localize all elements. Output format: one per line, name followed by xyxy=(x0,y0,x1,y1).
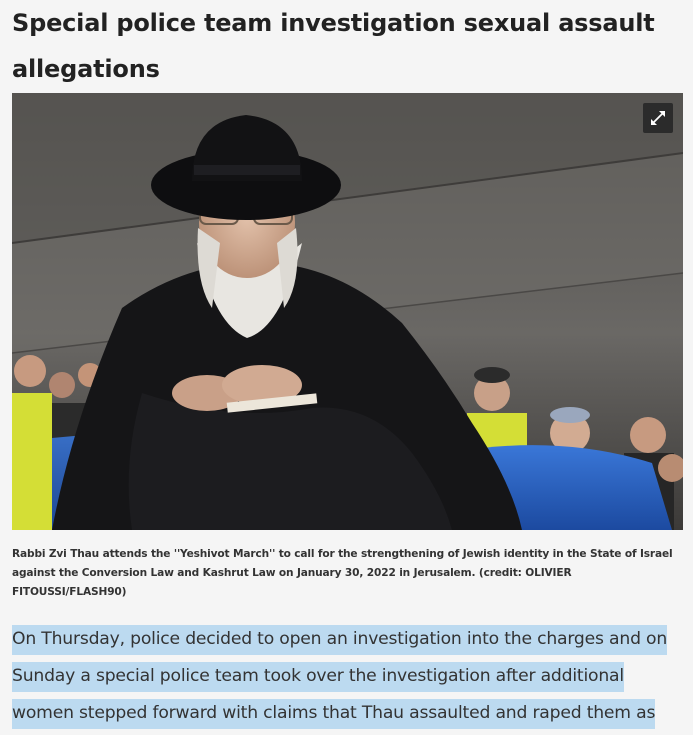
photo-caption: Rabbi Zvi Thau attends the ''Yeshivot Ma… xyxy=(12,548,673,598)
article-page: Special police team investigation sexual… xyxy=(0,0,693,735)
article-headline: Special police team investigation sexual… xyxy=(12,9,655,83)
selected-text[interactable]: On Thursday, police decided to open an i… xyxy=(12,625,667,735)
photo-illustration xyxy=(12,93,683,530)
expand-photo-button[interactable] xyxy=(643,103,673,133)
article-paragraph: On Thursday, police decided to open an i… xyxy=(12,621,684,735)
expand-arrows-icon xyxy=(651,111,665,125)
article-photo[interactable] xyxy=(12,93,683,530)
